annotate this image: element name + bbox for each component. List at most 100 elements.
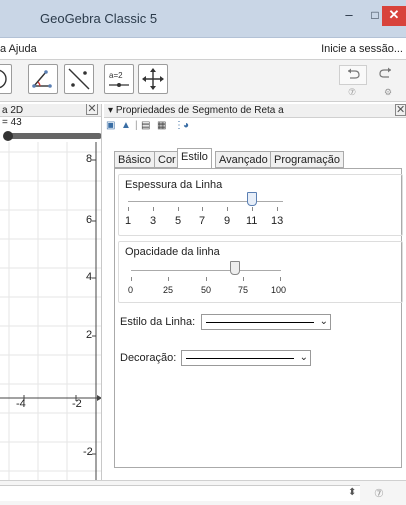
slider-track[interactable] [8,133,101,139]
style-tab-content: Espessura da Linha 1 3 5 7 9 11 13 Opaci… [114,168,403,468]
line-style-label: Estilo da Linha: [120,316,196,328]
tick [168,277,169,281]
opacity-label-0: 0 [128,285,134,295]
settings-icon[interactable]: ⚙ [384,87,392,98]
properties-icon-bar: ▣ ▲ | ▤ ▦ ⋮ ◕ [104,119,406,135]
reflect-line-icon [68,68,90,90]
y-tick-minus-2: -2 [83,446,93,458]
graphics-view-icon[interactable]: ▣ [106,120,115,131]
close-properties-button[interactable]: ✕ [395,104,406,116]
properties-panel: ▾ Propriedades de Segmento de Reta a ✕ ▣… [104,104,406,480]
decoration-label: Decoração: [120,352,177,364]
line-style-dropdown[interactable]: ⌄ [201,314,331,330]
tick [153,207,154,211]
slider-tool-label: a=2 [109,71,123,80]
tick [131,277,132,281]
angle-icon [32,70,52,88]
window-title: GeoGebra Classic 5 [40,11,158,26]
tool-move-view[interactable] [138,64,168,94]
line-thickness-title: Espessura da Linha [125,179,223,191]
opacity-label-25: 25 [163,285,174,295]
line-opacity-track[interactable] [131,270,281,271]
decoration-preview [186,358,294,359]
coordinate-grid[interactable] [0,142,102,480]
line-thickness-group: Espessura da Linha 1 3 5 7 9 11 13 [118,174,403,236]
opacity-label-50: 50 [201,285,212,295]
properties-title-text: Propriedades de Segmento de Reta a [115,105,284,116]
graphics-view-header: a 2D ✕ [0,104,101,117]
graphics-view[interactable]: a 2D ✕ = 43 8 6 4 2 -2 -4 -2 [0,104,102,480]
slider-knob[interactable] [3,131,13,141]
opacity-label-75: 75 [238,285,249,295]
tab-avancado[interactable]: Avançado [215,151,272,168]
tick [227,207,228,211]
menu-bar: a Ajuda Inicie a sessão... [0,38,406,60]
properties-title: ▾ Propriedades de Segmento de Reta a [108,105,284,116]
input-bar: ⬍ ⑦ [0,480,406,505]
line-opacity-title: Opacidade da linha [125,246,220,258]
undo-button[interactable] [339,65,367,85]
help-icon[interactable]: ⑦ [374,487,384,500]
thickness-label-13: 13 [271,215,284,227]
y-tick-2: 2 [86,329,93,341]
slider-tool-icon: a=2 [109,71,129,87]
tick [178,207,179,211]
thickness-label-11: 11 [246,215,258,227]
y-tick-4: 4 [86,271,93,283]
objects-icon[interactable]: ▲ [121,120,131,131]
algebra-icon[interactable]: ▤ [141,120,150,131]
tab-programacao[interactable]: Programação [270,151,345,168]
line-thickness-thumb[interactable] [247,192,258,206]
thickness-label-9: 9 [224,215,231,227]
icon-separator: | [135,120,138,131]
tick [277,207,278,211]
tool-reflect[interactable] [64,64,94,94]
y-tick-6: 6 [86,214,93,226]
undo-icon [348,68,360,79]
slider-value-label: = 43 [2,117,22,128]
input-field[interactable] [0,485,360,501]
redo-icon [379,67,391,78]
graphics-view-title: a 2D [2,105,24,116]
tab-estilo[interactable]: Estilo [177,148,212,168]
tool-angle[interactable] [28,64,58,94]
title-bar: GeoGebra Classic 5 – □ ✕ [0,0,406,38]
thickness-label-5: 5 [175,215,182,227]
line-thickness-track[interactable] [128,201,283,202]
tool-circle[interactable] [0,64,12,94]
tick [128,207,129,211]
tool-slider[interactable]: a=2 [104,64,134,94]
decoration-dropdown[interactable]: ⌄ [181,350,311,366]
line-opacity-thumb[interactable] [230,261,241,275]
tick [252,207,253,211]
spreadsheet-icon[interactable]: ▦ [157,120,166,131]
thickness-label-3: 3 [150,215,157,227]
x-tick-minus-4: -4 [16,398,26,410]
menu-help[interactable]: a Ajuda [0,43,37,55]
line-style-preview [206,322,314,323]
thickness-label-7: 7 [199,215,206,227]
tick [206,277,207,281]
signin-link[interactable]: Inicie a sessão... [321,43,403,55]
redo-button[interactable] [372,65,400,85]
opacity-label-100: 100 [271,285,287,295]
tick [280,277,281,281]
close-graphics-view-button[interactable]: ✕ [86,104,98,115]
move-arrows-icon [142,68,164,90]
tab-cor[interactable]: Cor [154,151,180,168]
toolbar: a=2 ⑦ ⚙ [0,60,406,102]
tick [202,207,203,211]
help-icon[interactable]: ⑦ [348,87,356,98]
chevron-down-icon: ⌄ [299,352,308,363]
x-tick-minus-2: -2 [72,398,82,410]
chevron-down-icon: ⌄ [319,316,328,327]
palette-icon[interactable]: ◕ [183,120,189,131]
minimize-button[interactable]: – [340,6,358,26]
thickness-label-1: 1 [125,215,132,227]
input-history-icon[interactable]: ⬍ [348,487,356,498]
tab-basico[interactable]: Básico [114,151,156,168]
y-tick-8: 8 [86,153,93,165]
line-opacity-group: Opacidade da linha 0 25 50 75 100 [118,241,403,303]
close-button[interactable]: ✕ [382,6,406,26]
properties-header: ▾ Propriedades de Segmento de Reta a ✕ [104,104,406,118]
